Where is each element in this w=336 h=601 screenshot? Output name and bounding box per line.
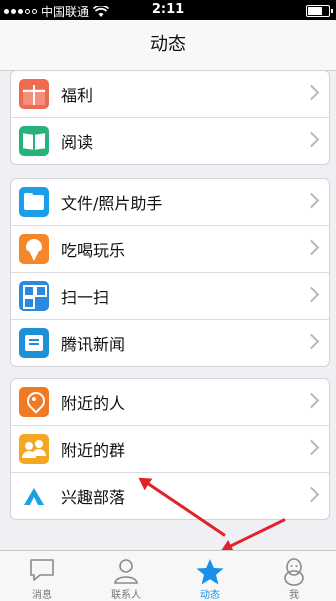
chevron-right-icon <box>303 286 320 303</box>
location-pin-icon <box>19 387 49 417</box>
status-time: 2:11 <box>151 2 185 17</box>
menu-item-nearby-people[interactable]: 附近的人 <box>11 379 329 426</box>
tab-label: 动态 <box>200 590 220 601</box>
menu-item-label: 阅读 <box>61 133 94 152</box>
tab-me[interactable]: 我 <box>252 551 336 601</box>
ice-cream-icon <box>19 234 49 264</box>
menu-item-label: 扫一扫 <box>61 288 110 307</box>
chevron-right-icon <box>303 486 320 503</box>
menu-item-label: 福利 <box>61 86 94 105</box>
menu-item-label: 腾讯新闻 <box>61 335 126 354</box>
tab-contacts[interactable]: 联系人 <box>84 551 168 601</box>
tab-label: 我 <box>289 590 299 601</box>
book-icon <box>19 126 49 156</box>
qr-code-icon <box>19 281 49 311</box>
status-bar: 中国联通 2:11 <box>0 0 336 20</box>
tab-label: 联系人 <box>111 590 141 601</box>
tab-label: 消息 <box>32 590 52 601</box>
star-icon <box>196 559 224 585</box>
news-icon <box>19 328 49 358</box>
menu-item-nearby-groups[interactable]: 附近的群 <box>11 426 329 473</box>
menu-group-1: 福利 阅读 <box>10 70 330 165</box>
menu-group-2: 文件/照片助手 吃喝玩乐 扫一扫 腾讯新闻 <box>10 178 330 367</box>
chevron-right-icon <box>303 192 320 209</box>
menu-item-label: 附近的群 <box>61 441 126 460</box>
chevron-right-icon <box>303 84 320 101</box>
tab-feeds[interactable]: 动态 <box>168 551 252 601</box>
menu-item-reading[interactable]: 阅读 <box>11 118 329 164</box>
menu-item-welfare[interactable]: 福利 <box>11 71 329 118</box>
menu-item-label: 附近的人 <box>61 394 126 413</box>
menu-item-label: 吃喝玩乐 <box>61 241 126 260</box>
chevron-right-icon <box>303 392 320 409</box>
annotation-arrow <box>223 518 286 551</box>
page-title: 动态 <box>150 34 186 55</box>
contacts-icon <box>114 559 138 584</box>
menu-item-tencent-news[interactable]: 腾讯新闻 <box>11 320 329 366</box>
nearby-group-icon <box>19 434 49 464</box>
penguin-icon <box>284 558 304 586</box>
menu-item-file-assistant[interactable]: 文件/照片助手 <box>11 179 329 226</box>
gift-icon <box>19 79 49 109</box>
chevron-right-icon <box>303 333 320 350</box>
menu-item-label: 文件/照片助手 <box>61 194 163 213</box>
menu-item-food-fun[interactable]: 吃喝玩乐 <box>11 226 329 273</box>
chevron-right-icon <box>303 439 320 456</box>
nav-bar: 动态 <box>0 20 336 71</box>
tab-messages[interactable]: 消息 <box>0 551 84 601</box>
menu-item-label: 兴趣部落 <box>61 488 126 507</box>
tent-icon <box>19 481 49 511</box>
folder-icon <box>19 187 49 217</box>
chevron-right-icon <box>303 239 320 256</box>
battery-icon <box>306 5 333 17</box>
chevron-right-icon <box>303 131 320 148</box>
message-icon <box>30 559 54 581</box>
tab-bar: 消息 联系人 动态 我 <box>0 550 336 601</box>
menu-item-scan[interactable]: 扫一扫 <box>11 273 329 320</box>
